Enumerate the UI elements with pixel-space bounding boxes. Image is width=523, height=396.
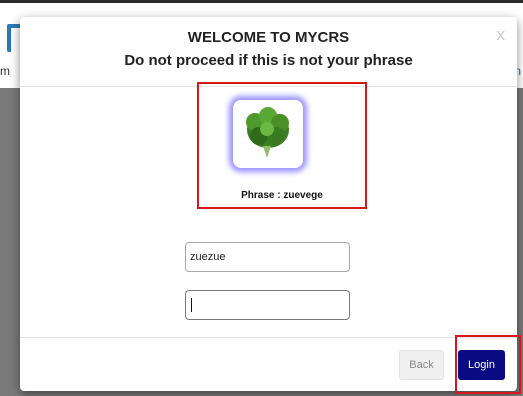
close-button[interactable]: x bbox=[497, 25, 506, 45]
welcome-modal: WELCOME TO MYCRS Do not proceed if this … bbox=[20, 17, 517, 391]
background-partial-text-left: m bbox=[0, 64, 10, 78]
login-highlight-box bbox=[455, 335, 521, 394]
modal-subtitle: Do not proceed if this is not your phras… bbox=[124, 52, 413, 69]
phrase-highlight-box: Phrase : zuevege bbox=[197, 82, 367, 209]
modal-title: WELCOME TO MYCRS bbox=[187, 29, 350, 46]
background-accent-bracket bbox=[7, 24, 21, 52]
phrase-image bbox=[233, 100, 303, 168]
text-cursor bbox=[191, 298, 192, 312]
username-input[interactable] bbox=[185, 242, 350, 272]
vegetable-kale-icon bbox=[246, 107, 289, 158]
background-top-border bbox=[0, 0, 523, 3]
password-input[interactable] bbox=[185, 290, 350, 320]
back-button[interactable]: Back bbox=[399, 350, 444, 380]
modal-header: WELCOME TO MYCRS Do not proceed if this … bbox=[20, 17, 517, 87]
phrase-label: Phrase : zuevege bbox=[241, 190, 323, 201]
modal-footer-divider bbox=[20, 337, 517, 338]
